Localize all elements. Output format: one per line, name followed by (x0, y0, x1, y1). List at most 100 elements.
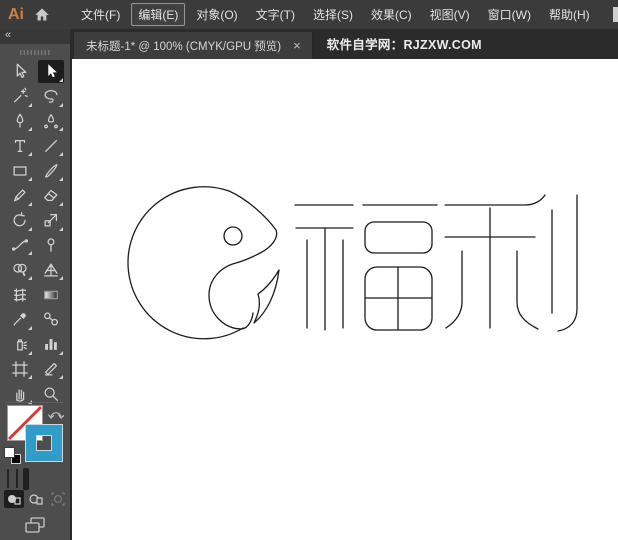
gradient-fill-icon (16, 469, 18, 488)
pen-icon (16, 113, 23, 128)
tool-blend[interactable] (38, 308, 64, 331)
tool-perspective-grid[interactable] (38, 258, 64, 281)
fu-character[interactable] (294, 204, 438, 331)
tool-type[interactable] (7, 134, 33, 157)
menu-bar: Ai 文件(F) 编辑(E) 对象(O) 文字(T) 选择(S) 效果(C) 视图(V) 窗口… (0, 0, 618, 29)
flyout-indicator (58, 276, 63, 281)
line-segment-icon (44, 139, 57, 152)
tools-panel: « (0, 29, 70, 540)
flyout-indicator (58, 201, 63, 206)
zoom-icon (44, 387, 58, 401)
flyout-indicator (58, 375, 63, 380)
drawing-modes-row (4, 490, 68, 508)
tool-selection[interactable] (7, 60, 33, 83)
tool-pencil[interactable] (7, 184, 33, 207)
tool-magic-wand[interactable] (7, 85, 33, 108)
direct-selection-icon (47, 64, 57, 78)
tool-eyedropper[interactable] (7, 308, 33, 331)
scale-icon (44, 214, 57, 227)
panel-drag-handle[interactable] (20, 50, 50, 55)
tool-symbol-sprayer[interactable] (7, 333, 33, 356)
flyout-indicator (27, 276, 32, 281)
flyout-indicator (58, 350, 63, 355)
tool-paintbrush[interactable] (38, 159, 64, 182)
menu-item-C[interactable]: 效果(C) (364, 3, 419, 26)
eraser-icon (43, 190, 57, 202)
paint-gradient-button[interactable] (14, 468, 20, 490)
tool-pen[interactable] (7, 109, 33, 132)
tool-column-graph[interactable] (38, 333, 64, 356)
document-tab[interactable]: 未标题-1* @ 100% (CMYK/GPU 预览) × (74, 32, 313, 59)
menu-item-O[interactable]: 对象(O) (189, 3, 244, 26)
curvature-icon (43, 114, 58, 129)
slice-icon (44, 362, 57, 376)
tool-mesh[interactable] (7, 283, 33, 306)
puppet-warp-icon (46, 238, 55, 252)
swap-fill-stroke-icon[interactable] (48, 407, 65, 419)
menu-item-F[interactable]: 文件(F) (74, 3, 127, 26)
stroke-swatch[interactable] (25, 424, 63, 462)
tool-direct-selection[interactable] (37, 59, 64, 83)
tool-rectangle[interactable] (7, 159, 33, 182)
tool-lasso[interactable] (38, 85, 64, 108)
perspective-grid-icon (43, 263, 58, 277)
home-icon[interactable] (34, 5, 50, 25)
flyout-indicator (58, 152, 63, 157)
screen-mode-icon[interactable] (23, 516, 47, 534)
default-fill-stroke-icon[interactable] (4, 447, 21, 464)
artboard-canvas[interactable] (70, 59, 618, 540)
menu-list: 文件(F) 编辑(E) 对象(O) 文字(T) 选择(S) 效果(C) 视图(V) 窗口(W)… (74, 3, 597, 26)
paint-style-row (5, 468, 29, 490)
fish-circle-outline (127, 186, 244, 340)
fish-logo[interactable] (127, 186, 280, 340)
mesh-icon (13, 288, 26, 302)
blend-icon (43, 312, 58, 326)
fish-tail-fin (253, 269, 280, 324)
app-logo: Ai (8, 5, 24, 23)
li-character[interactable] (444, 194, 578, 332)
none-fill-icon (25, 469, 27, 488)
tool-shape-builder[interactable] (7, 258, 33, 281)
flyout-indicator (27, 177, 32, 182)
flyout-indicator (58, 177, 63, 182)
tools-grid (4, 59, 66, 406)
column-graph-icon (44, 339, 57, 351)
lasso-icon (44, 90, 57, 103)
illustrator-window: Ai 文件(F) 编辑(E) 对象(O) 文字(T) 选择(S) 效果(C) 视图(V) 窗口… (0, 0, 618, 540)
tool-eraser[interactable] (38, 184, 64, 207)
tool-width[interactable] (7, 233, 33, 256)
tool-line-segment[interactable] (38, 134, 64, 157)
menu-item-W[interactable]: 窗口(W) (481, 3, 538, 26)
li-stroke (557, 194, 578, 332)
width-icon (11, 239, 28, 251)
tool-slice[interactable] (38, 357, 64, 380)
artwork (127, 186, 578, 340)
tool-puppet-warp[interactable] (38, 233, 64, 256)
draw-normal-button[interactable] (4, 490, 24, 508)
draw-behind-button[interactable] (26, 490, 46, 508)
paint-color-button[interactable] (5, 468, 11, 490)
menu-item-T[interactable]: 文字(T) (249, 3, 302, 26)
menu-item-V[interactable]: 视图(V) (423, 3, 477, 26)
menu-item-S[interactable]: 选择(S) (306, 3, 360, 26)
draw-inside-button[interactable] (48, 490, 68, 508)
tab-close-icon[interactable]: × (291, 39, 303, 52)
collapse-panel-icon[interactable]: « (5, 29, 11, 41)
flyout-indicator (27, 226, 32, 231)
gradient-icon (43, 290, 58, 299)
flyout-indicator (27, 325, 32, 330)
tool-gradient[interactable] (38, 283, 64, 306)
tool-artboard[interactable] (7, 357, 33, 380)
tool-scale[interactable] (38, 209, 64, 232)
toolbar-separator (6, 402, 64, 403)
tool-curvature[interactable] (38, 109, 64, 132)
paintbrush-icon (44, 163, 57, 178)
menu-item-E[interactable]: 编辑(E) (131, 3, 186, 26)
flyout-indicator (27, 201, 32, 206)
paint-none-button[interactable] (23, 468, 29, 490)
menu-item-H[interactable]: 帮助(H) (542, 3, 597, 26)
flyout-indicator (27, 152, 32, 157)
flyout-indicator (27, 127, 32, 132)
watermark-site-label: 软件自学网：RJZXW.COM (326, 38, 482, 52)
tool-rotate[interactable] (7, 209, 33, 232)
